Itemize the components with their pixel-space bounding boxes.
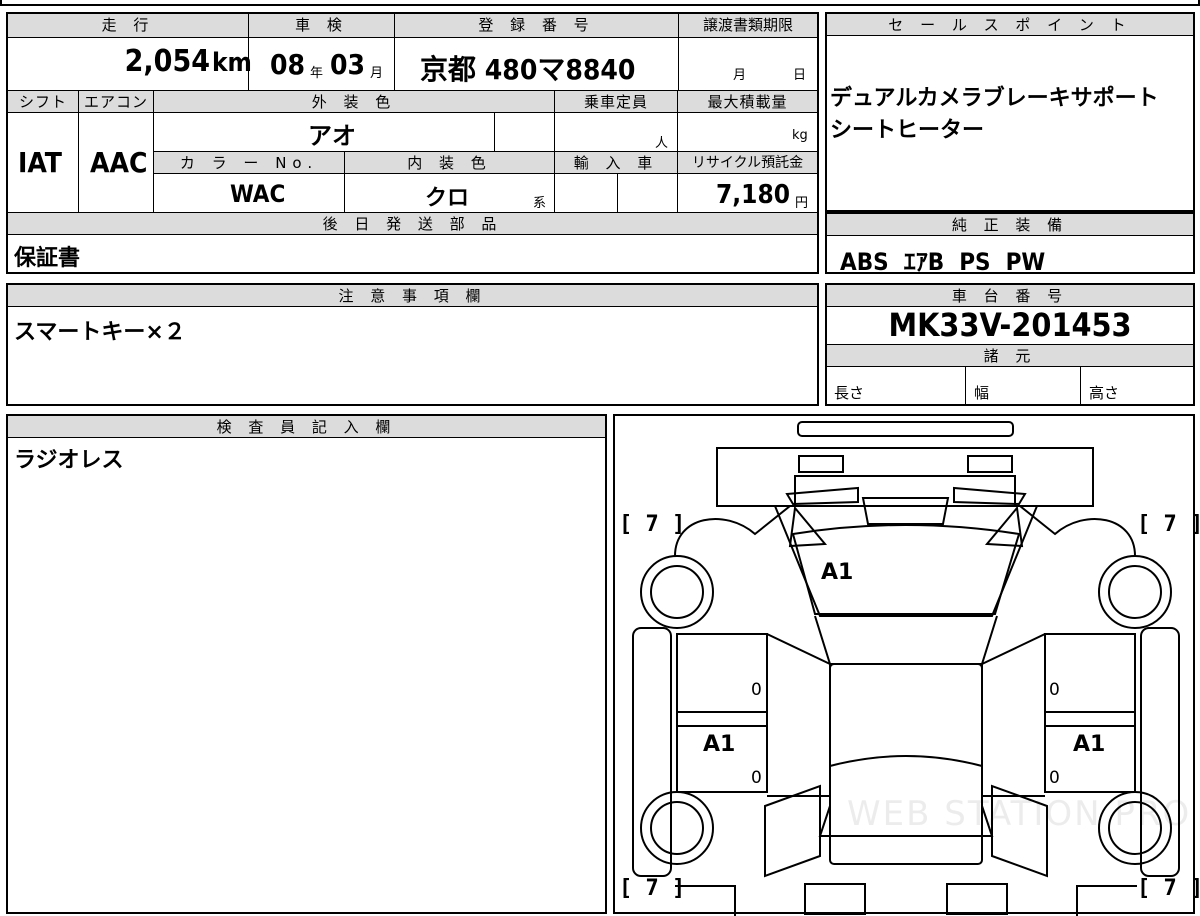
interior-color-value: クロ <box>425 186 470 211</box>
right-rear-door-value: 0 <box>1049 768 1060 788</box>
transfer-month-unit: 月 <box>733 68 747 83</box>
spec-length-label: 長さ <box>834 384 865 402</box>
max-load-unit: kg <box>792 128 808 143</box>
tire-front-right-value: 7 <box>1163 512 1177 537</box>
recycle-unit: 円 <box>795 196 809 211</box>
notes-value: スマートキー×２ <box>14 320 186 345</box>
mileage-value: 2,054 <box>124 44 210 79</box>
left-front-door-value: 0 <box>751 680 762 700</box>
aircon-value: AAC <box>90 146 148 179</box>
exterior-color-header: 外 装 色 <box>154 91 554 113</box>
windshield-damage-code: A1 <box>821 560 854 585</box>
shift-value: IAT <box>18 146 62 179</box>
tire-rear-left-bracket: [ 7 ] <box>619 876 686 901</box>
interior-color-suffix: 系 <box>533 196 547 211</box>
shift-header: シフト <box>8 91 78 113</box>
transfer-day-unit: 日 <box>793 68 807 83</box>
registration-number: 京都 480マ8840 <box>420 53 636 86</box>
later-parts-value: 保証書 <box>14 246 81 271</box>
inspector-box <box>6 414 607 914</box>
inspection-year: 08 <box>270 48 306 81</box>
capacity-header: 乗車定員 <box>555 91 677 113</box>
inspection-month: 03 <box>330 48 366 81</box>
right-door-damage-code: A1 <box>1073 732 1106 757</box>
specs-header: 諸 元 <box>827 345 1193 367</box>
notes-header: 注 意 事 項 欄 <box>8 285 817 307</box>
import-header: 輸 入 車 <box>555 152 677 174</box>
tire-front-left-value: 7 <box>645 512 659 537</box>
car-outline-svg <box>632 421 1180 916</box>
max-load-header: 最大積載量 <box>678 91 817 113</box>
capacity-unit: 人 <box>655 136 669 151</box>
exterior-color-value: アオ <box>308 122 356 150</box>
right-front-door-value: 0 <box>1049 680 1060 700</box>
genuine-equipment-header: 純 正 装 備 <box>827 214 1193 236</box>
inspector-header: 検 査 員 記 入 欄 <box>8 416 605 438</box>
recycle-header: リサイクル預託金 <box>678 152 817 174</box>
interior-color-header: 内 装 色 <box>345 152 554 174</box>
left-door-damage-code: A1 <box>703 732 736 757</box>
later-parts-header: 後 日 発 送 部 品 <box>8 213 817 235</box>
spec-width-label: 幅 <box>974 384 990 402</box>
top-header-strip <box>0 0 1200 6</box>
inspection-month-unit: 月 <box>370 66 384 81</box>
left-rear-door-value: 0 <box>751 768 762 788</box>
watermark: WEB STATION PRO <box>847 794 1192 834</box>
chassis-number: MK33V-201453 <box>888 306 1132 344</box>
color-no-value: WAC <box>230 180 286 208</box>
color-no-header: カ ラ ー No. <box>154 152 344 174</box>
mileage-header: 走 行 <box>8 14 248 38</box>
recycle-value: 7,180 <box>716 180 790 210</box>
mileage-unit: km <box>212 48 252 78</box>
inspection-year-unit: 年 <box>310 66 324 81</box>
aircon-header: エアコン <box>79 91 153 113</box>
genuine-equipment-value: ABS ｴｱB PS PW <box>840 248 1046 276</box>
inspector-value: ラジオレス <box>14 448 124 473</box>
damage-diagram: [ 7 ] [ 7 ] [ 7 ] [ 7 ] A1 A1 A1 0 0 0 0… <box>613 414 1200 916</box>
transfer-header: 譲渡書類期限 <box>679 14 817 38</box>
chassis-header: 車 台 番 号 <box>827 285 1193 307</box>
spec-height-label: 高さ <box>1089 384 1120 402</box>
tire-front-left-bracket: [ 7 ] <box>619 512 686 537</box>
tire-front-right-bracket: [ 7 ] <box>1137 512 1200 537</box>
sales-point-line-2: シートヒーター <box>830 118 985 143</box>
registration-header: 登 録 番 号 <box>395 14 678 38</box>
sales-point-line-1: デュアルカメラブレーキサポート <box>830 86 1159 111</box>
tire-rear-left-value: 7 <box>645 876 659 901</box>
inspection-header: 車 検 <box>249 14 394 38</box>
tire-rear-right-value: 7 <box>1163 876 1177 901</box>
tire-rear-right-bracket: [ 7 ] <box>1137 876 1200 901</box>
sales-point-header: セ ー ル ス ポ イ ン ト <box>827 14 1193 36</box>
